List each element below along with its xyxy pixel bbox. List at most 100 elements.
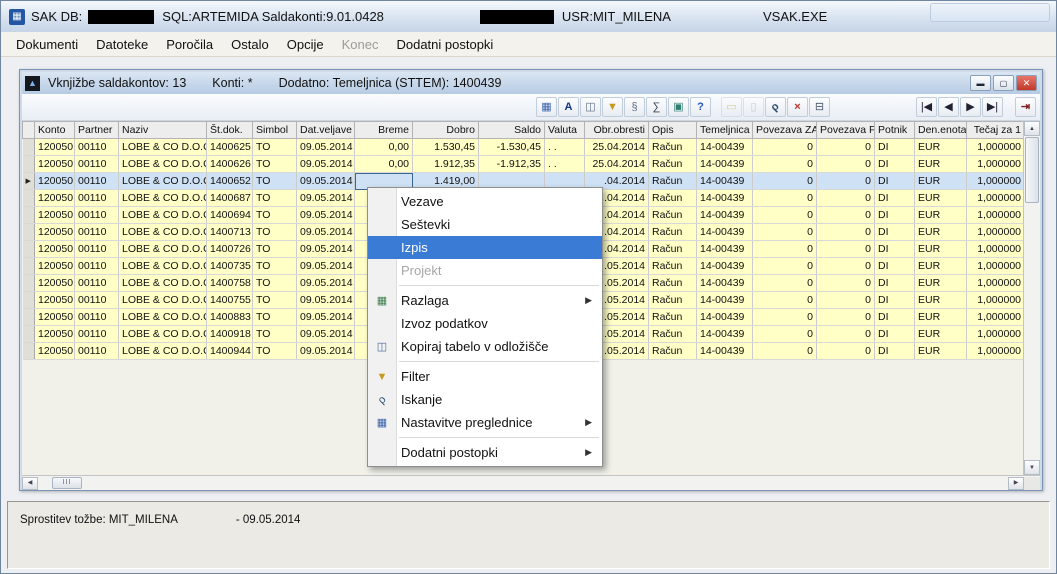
nav-next-button[interactable]: ▶ — [960, 97, 981, 117]
cell-partner[interactable]: 00110 — [74, 138, 119, 156]
cell-datvel[interactable]: 09.05.2014 — [296, 342, 355, 360]
search-button[interactable]: ρ — [765, 97, 786, 117]
cell-den[interactable]: EUR — [914, 308, 967, 326]
cell-partner[interactable]: 00110 — [74, 240, 119, 258]
col-header-naziv[interactable]: Naziv — [118, 121, 207, 139]
cell-tecaj[interactable]: 1,000000 — [966, 308, 1023, 326]
cell-obr[interactable]: 25.04.2014 — [584, 155, 649, 173]
cell-fa[interactable]: 0 — [816, 291, 875, 309]
context-item-nastavitve-preglednice[interactable]: ▦ Nastavitve preglednice ▶ — [368, 411, 602, 434]
row-marker[interactable] — [22, 291, 35, 309]
row-marker[interactable] — [22, 155, 35, 173]
cell-simbol[interactable]: TO — [252, 206, 297, 224]
context-item-filter[interactable]: ▼ Filter — [368, 365, 602, 388]
cell-tecaj[interactable]: 1,000000 — [966, 223, 1023, 241]
cell-fa[interactable]: 0 — [816, 257, 875, 275]
cell-saldo[interactable]: -1.912,35 — [478, 155, 545, 173]
cell-partner[interactable]: 00110 — [74, 342, 119, 360]
cell-naziv[interactable]: LOBE & CO D.O.O. — [118, 257, 207, 275]
cell-stdok[interactable]: 1400694 — [206, 206, 253, 224]
scroll-down-icon[interactable]: ▼ — [1024, 460, 1040, 475]
cell-potnik[interactable]: DI — [874, 223, 915, 241]
cell-simbol[interactable]: TO — [252, 189, 297, 207]
delete-button[interactable]: × — [787, 97, 808, 117]
cell-stdok[interactable]: 1400735 — [206, 257, 253, 275]
col-header-datvel[interactable]: Dat.veljave — [296, 121, 355, 139]
menubar-item-ostalo[interactable]: Ostalo — [222, 34, 278, 55]
cell-zaj[interactable]: 0 — [752, 342, 817, 360]
cell-stdok[interactable]: 1400687 — [206, 189, 253, 207]
cell-potnik[interactable]: DI — [874, 342, 915, 360]
cell-den[interactable]: EUR — [914, 172, 967, 190]
cell-tecaj[interactable]: 1,000000 — [966, 325, 1023, 343]
cell-opis[interactable]: Račun — [648, 206, 697, 224]
cell-fa[interactable]: 0 — [816, 223, 875, 241]
cell-potnik[interactable]: DI — [874, 240, 915, 258]
col-header-simbol[interactable]: Simbol — [252, 121, 297, 139]
cell-tem[interactable]: 14-00439 — [696, 274, 753, 292]
cell-den[interactable]: EUR — [914, 223, 967, 241]
context-item-kopiraj-tabelo-v-odlo-i-e[interactable]: ◫ Kopiraj tabelo v odložišče — [368, 335, 602, 358]
nav-last-button[interactable]: ▶| — [982, 97, 1003, 117]
cell-datvel[interactable]: 09.05.2014 — [296, 257, 355, 275]
cell-fa[interactable]: 0 — [816, 155, 875, 173]
cell-opis[interactable]: Račun — [648, 274, 697, 292]
cell-simbol[interactable]: TO — [252, 155, 297, 173]
font-button[interactable]: A — [558, 97, 579, 117]
cell-potnik[interactable]: DI — [874, 274, 915, 292]
col-header-potnik[interactable]: Potnik — [874, 121, 915, 139]
menubar-item-dokumenti[interactable]: Dokumenti — [7, 34, 87, 55]
col-header-fa[interactable]: Povezava FA — [816, 121, 875, 139]
cell-stdok[interactable]: 1400883 — [206, 308, 253, 326]
cell-zaj[interactable]: 0 — [752, 189, 817, 207]
horizontal-scroll-thumb[interactable]: III — [52, 477, 82, 489]
cell-datvel[interactable]: 09.05.2014 — [296, 325, 355, 343]
row-marker[interactable] — [22, 189, 35, 207]
cell-fa[interactable]: 0 — [816, 172, 875, 190]
cell-potnik[interactable]: DI — [874, 172, 915, 190]
cell-datvel[interactable]: 09.05.2014 — [296, 155, 355, 173]
cell-den[interactable]: EUR — [914, 138, 967, 156]
cell-den[interactable]: EUR — [914, 342, 967, 360]
cell-opis[interactable]: Račun — [648, 325, 697, 343]
cell-konto[interactable]: 120050 — [34, 240, 75, 258]
cell-opis[interactable]: Račun — [648, 172, 697, 190]
cell-den[interactable]: EUR — [914, 240, 967, 258]
row-marker[interactable] — [22, 257, 35, 275]
cell-fa[interactable]: 0 — [816, 138, 875, 156]
row-marker[interactable] — [22, 240, 35, 258]
col-header-valuta[interactable]: Valuta — [544, 121, 585, 139]
cell-simbol[interactable]: TO — [252, 274, 297, 292]
context-item-vezave[interactable]: Vezave — [368, 190, 602, 213]
cell-zaj[interactable]: 0 — [752, 240, 817, 258]
col-header-saldo[interactable]: Saldo — [478, 121, 545, 139]
cell-zaj[interactable]: 0 — [752, 291, 817, 309]
row-marker[interactable] — [22, 138, 35, 156]
cell-den[interactable]: EUR — [914, 325, 967, 343]
cell-tem[interactable]: 14-00439 — [696, 138, 753, 156]
cell-breme[interactable]: 0,00 — [354, 155, 413, 173]
cell-naziv[interactable]: LOBE & CO D.O.O. — [118, 240, 207, 258]
maximize-button[interactable]: ▢ — [993, 75, 1014, 91]
cell-datvel[interactable]: 09.05.2014 — [296, 291, 355, 309]
row-marker[interactable] — [22, 223, 35, 241]
cell-konto[interactable]: 120050 — [34, 342, 75, 360]
cell-fa[interactable]: 0 — [816, 240, 875, 258]
cell-datvel[interactable]: 09.05.2014 — [296, 189, 355, 207]
cell-saldo[interactable]: -1.530,45 — [478, 138, 545, 156]
panel-button[interactable]: ▣ — [668, 97, 689, 117]
cell-tem[interactable]: 14-00439 — [696, 155, 753, 173]
cell-partner[interactable]: 00110 — [74, 257, 119, 275]
cell-partner[interactable]: 00110 — [74, 274, 119, 292]
col-header-konto[interactable]: Konto — [34, 121, 75, 139]
context-item-dodatni-postopki[interactable]: Dodatni postopki ▶ — [368, 441, 602, 464]
cell-opis[interactable]: Račun — [648, 240, 697, 258]
scroll-up-icon[interactable]: ▲ — [1024, 121, 1040, 136]
cell-fa[interactable]: 0 — [816, 308, 875, 326]
cell-tecaj[interactable]: 1,000000 — [966, 291, 1023, 309]
cell-simbol[interactable]: TO — [252, 291, 297, 309]
cell-partner[interactable]: 00110 — [74, 325, 119, 343]
cell-simbol[interactable]: TO — [252, 172, 297, 190]
nav-prev-button[interactable]: ◀ — [938, 97, 959, 117]
copy-button[interactable]: ◫ — [580, 97, 601, 117]
